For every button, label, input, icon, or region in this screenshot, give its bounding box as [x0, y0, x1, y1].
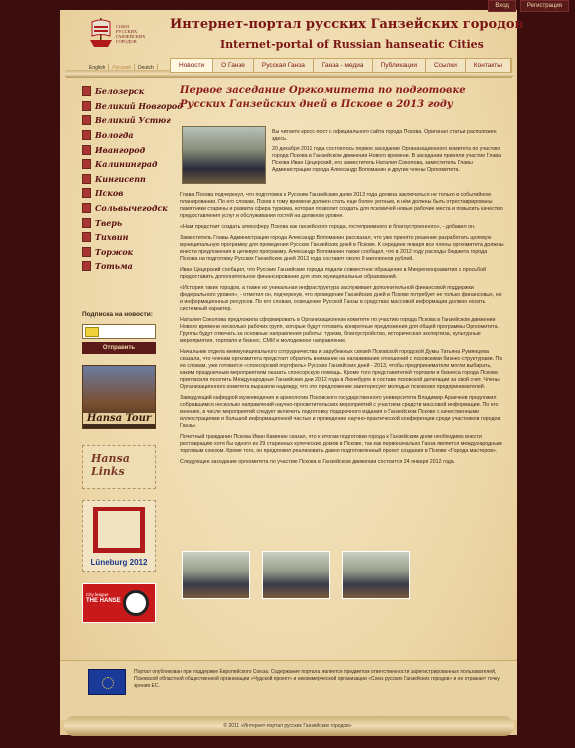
crest-icon	[82, 144, 91, 155]
site-title-en: Internet-portal of Russian hanseatic Cit…	[220, 38, 484, 51]
gallery-photo[interactable]	[342, 551, 410, 599]
site-title-ru: Интернет-портал русских Ганзейских город…	[170, 17, 524, 32]
crest-icon	[82, 115, 91, 126]
photo-gallery	[182, 551, 410, 599]
crest-icon	[82, 173, 91, 184]
city-item[interactable]: Псков	[82, 186, 158, 201]
city-item[interactable]: Торжок	[82, 245, 158, 260]
crest-icon	[82, 100, 91, 111]
city-item[interactable]: Сольвычегодск	[82, 201, 168, 216]
gallery-photo[interactable]	[262, 551, 330, 599]
hansa-links-banner[interactable]: Hansa Links	[82, 445, 156, 489]
the-hanse-banner[interactable]: City league THE HANSE	[82, 583, 156, 623]
crest-icon	[82, 261, 91, 272]
newsletter-title: Подписка на новости:	[82, 311, 153, 318]
newsletter-email-input[interactable]	[82, 324, 156, 339]
crest-icon	[82, 86, 91, 97]
main-nav: Новости О Ганзе Русская Ганза Ганза - ме…	[170, 58, 512, 73]
nav-publications[interactable]: Публикации	[373, 59, 426, 72]
article-body: Глава Пскова подчеркнул, что подготовка …	[180, 192, 504, 465]
nav-links[interactable]: Ссылки	[426, 59, 466, 72]
article-photo[interactable]	[182, 126, 266, 184]
register-link[interactable]: Регистрация	[519, 0, 569, 12]
nav-russian-hansa[interactable]: Русская Ганза	[254, 59, 314, 72]
city-item[interactable]: Тихвин	[82, 230, 158, 245]
footer: Портал опубликован при поддержке Европей…	[60, 660, 517, 720]
city-item[interactable]: Великий Устюг	[82, 113, 171, 128]
footer-note: Портал опубликован при поддержке Европей…	[134, 669, 500, 689]
crest-icon	[82, 246, 91, 257]
hansa-tour-banner[interactable]: Hansa Tour	[82, 365, 156, 429]
city-item[interactable]: Великий Новгород	[82, 99, 183, 114]
ship-icon	[90, 18, 112, 47]
envelope-icon	[85, 326, 99, 337]
crest-icon	[82, 130, 91, 141]
crest-icon	[82, 159, 91, 170]
nav-hansa-media[interactable]: Ганза - медиа	[314, 59, 373, 72]
luneburg-2012-banner[interactable]: Lüneburg 2012	[82, 500, 156, 572]
newsletter-submit-button[interactable]: Отправить	[82, 342, 156, 354]
crest-icon	[82, 203, 91, 214]
crest-icon	[82, 217, 91, 228]
article: Первое заседание Оргкомитета по подготов…	[180, 84, 505, 465]
city-item[interactable]: Калининград	[82, 157, 158, 172]
city-list: Белозерск Великий Новгород Великий Устюг…	[82, 84, 183, 274]
crest-icon	[82, 232, 91, 243]
logo-text: СОЮЗ РУССКИХ ГАНЗЕЙСКИХ ГОРОДОВ	[116, 24, 146, 44]
crest-icon	[82, 188, 91, 199]
city-item[interactable]: Белозерск	[82, 84, 158, 99]
site-logo[interactable]: СОЮЗ РУССКИХ ГАНЗЕЙСКИХ ГОРОДОВ	[86, 14, 152, 56]
city-item[interactable]: Тверь	[82, 215, 158, 230]
auth-bar: Вход Регистрация	[488, 0, 569, 12]
city-item[interactable]: Вологда	[82, 128, 158, 143]
article-title: Первое заседание Оргкомитета по подготов…	[180, 85, 466, 110]
eu-flag-icon	[88, 669, 126, 695]
h-logo-icon	[93, 507, 145, 553]
gallery-photo[interactable]	[182, 551, 250, 599]
city-item[interactable]: Кингисепп	[82, 172, 158, 187]
copyright: © 2011 «Интернет-портал русских Ганзейск…	[223, 723, 352, 729]
nav-about-hansa[interactable]: О Ганзе	[213, 59, 254, 72]
nav-contacts[interactable]: Контакты	[466, 59, 511, 72]
city-item[interactable]: Тотьма	[82, 259, 158, 274]
login-link[interactable]: Вход	[488, 0, 516, 12]
city-item[interactable]: Ивангород	[82, 142, 158, 157]
hanse-emblem-icon	[123, 590, 149, 616]
article-intro: Вы читаете кросс-пост с официального сай…	[272, 129, 501, 173]
nav-news[interactable]: Новости	[171, 59, 214, 72]
